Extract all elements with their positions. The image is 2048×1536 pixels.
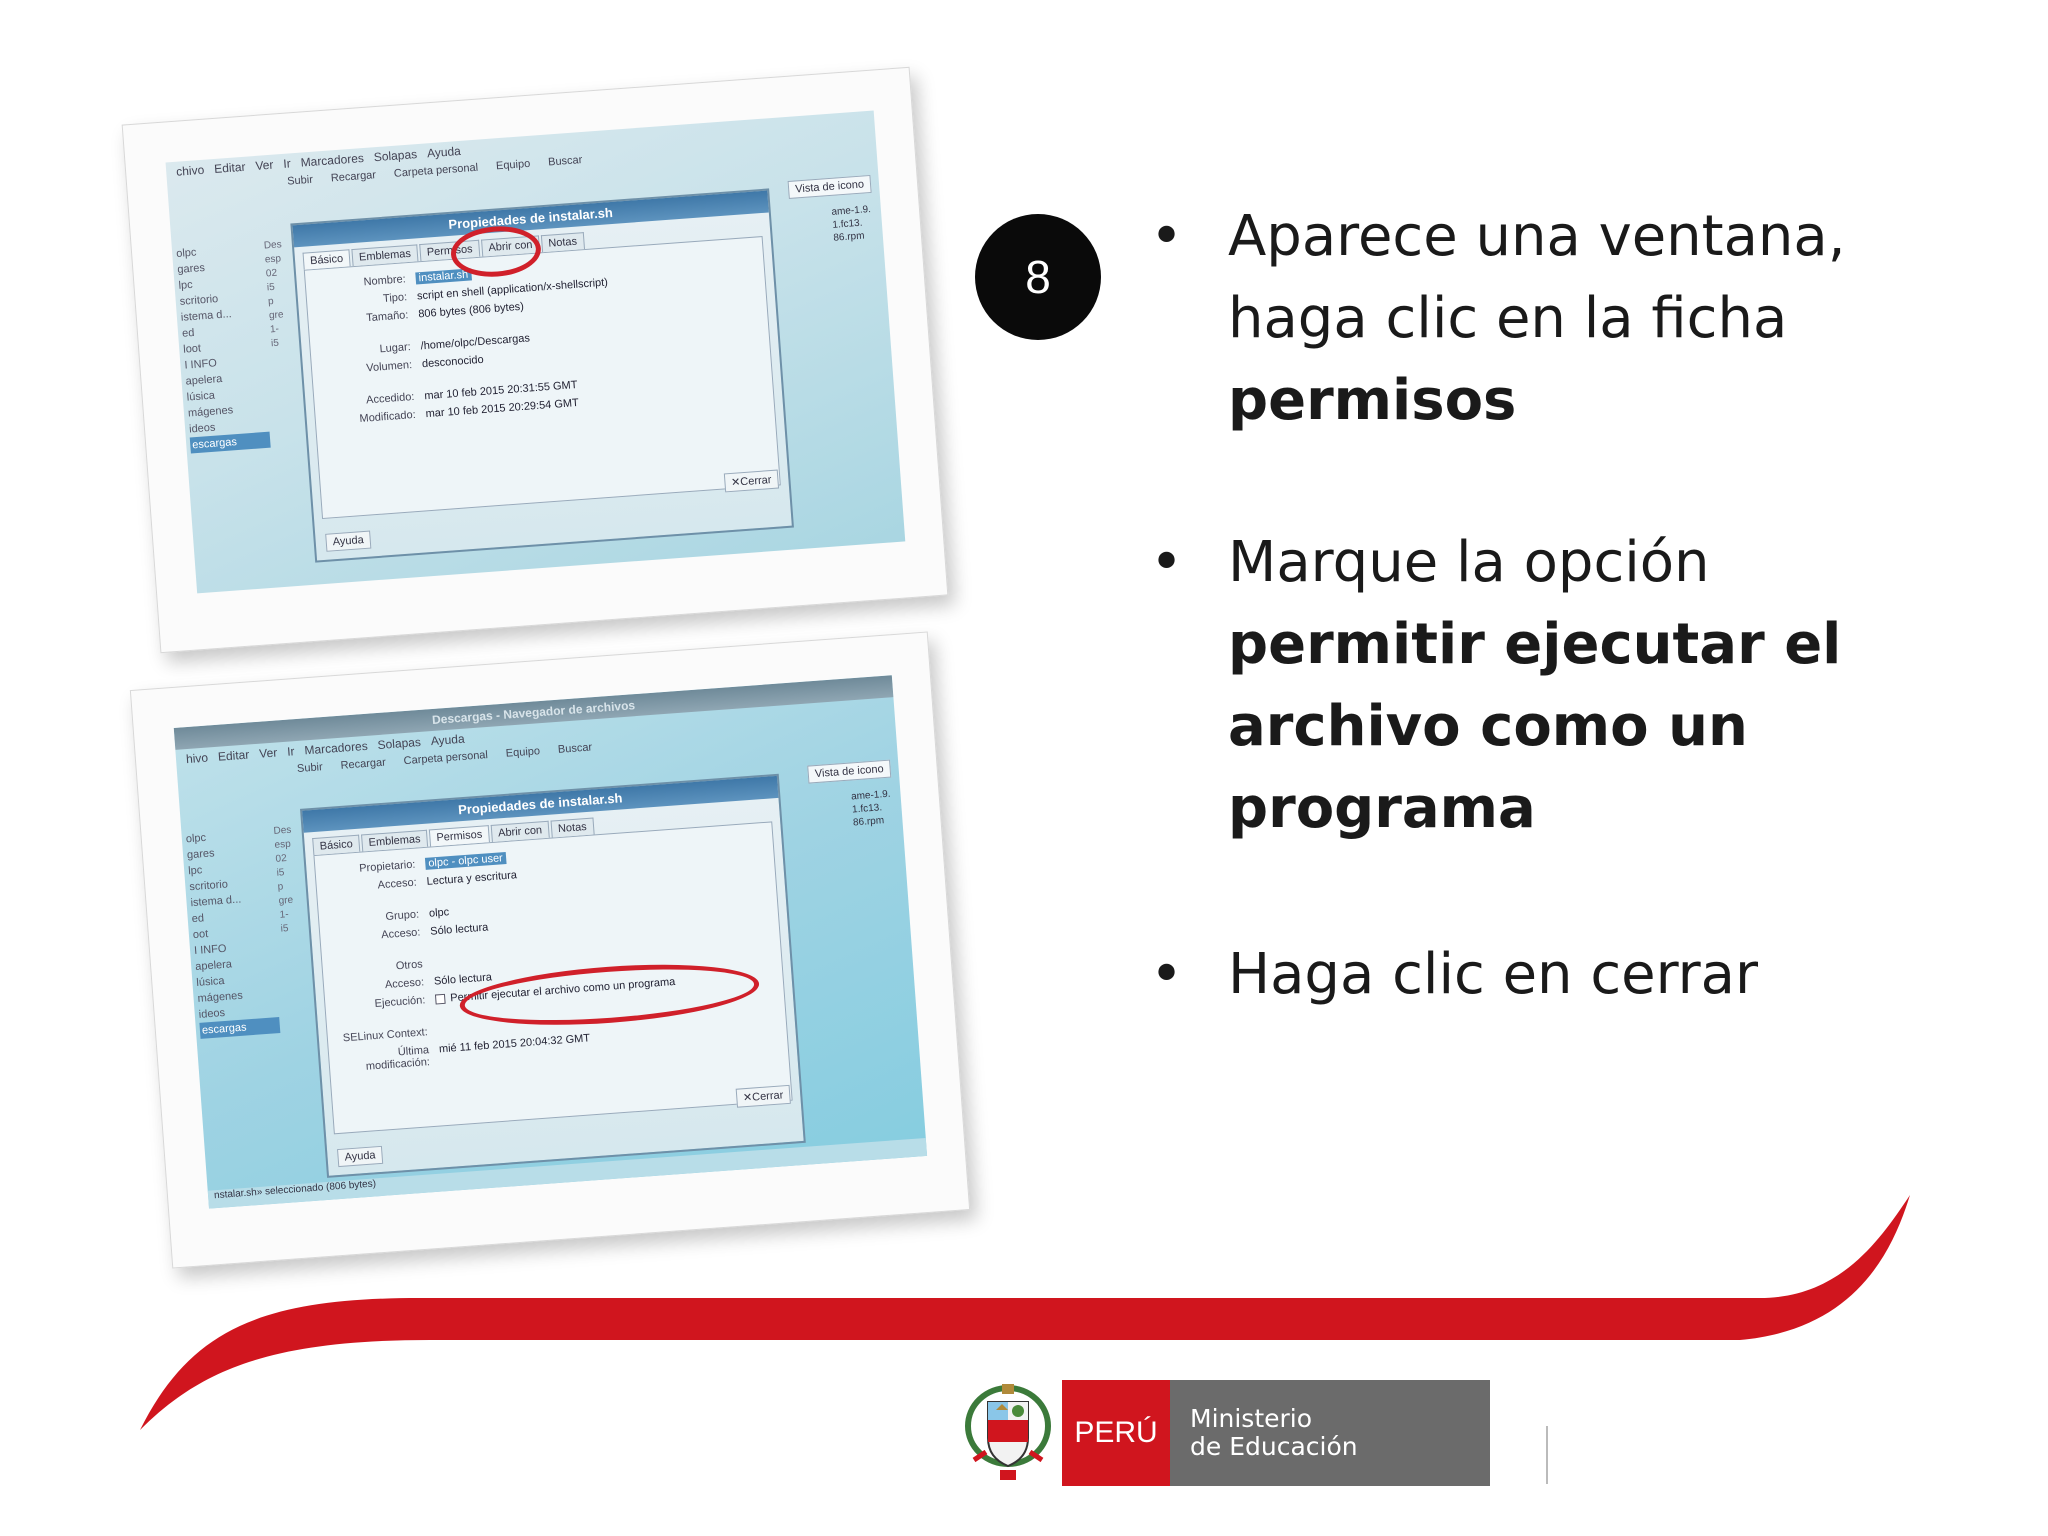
help-button[interactable]: Ayuda <box>325 530 372 552</box>
screenshot-photo-properties-permisos: Descargas - Navegador de archivos hivo E… <box>129 631 971 1269</box>
file-manager-screen: Descargas - Navegador de archivos hivo E… <box>173 675 928 1209</box>
close-button[interactable]: ✕Cerrar <box>735 1084 791 1108</box>
toolbar-buscar[interactable]: Buscar <box>548 154 583 168</box>
menu-editar[interactable]: Editar <box>214 160 246 176</box>
view-mode-select[interactable]: Vista de icono <box>787 174 872 199</box>
close-button[interactable]: ✕Cerrar <box>723 469 780 493</box>
tab-notas[interactable]: Notas <box>540 232 585 253</box>
minedu-logo: PERÚ Ministerio de Educación <box>960 1380 1490 1486</box>
others-access-select[interactable]: Sólo lectura <box>434 971 493 987</box>
menu-ver[interactable]: Ver <box>259 745 278 760</box>
file-text: i5 <box>270 337 280 350</box>
file-text: 86.rpm <box>852 815 885 829</box>
toolbar-subir[interactable]: Subir <box>287 174 313 188</box>
menu-archivo[interactable]: chivo <box>176 163 205 179</box>
toolbar-recargar[interactable]: Recargar <box>330 169 376 184</box>
group-select[interactable]: olpc <box>429 906 450 919</box>
places-sidebar: olpc gares lpc scritorio istema d... ed … <box>176 240 271 454</box>
menu-solapas[interactable]: Solapas <box>373 147 417 164</box>
toolbar-carpeta-personal[interactable]: Carpeta personal <box>403 749 488 767</box>
owner-access-select[interactable]: Lectura y escritura <box>426 869 517 888</box>
close-label: Cerrar <box>739 474 772 489</box>
field-label: Última modificación: <box>365 1044 431 1073</box>
menu-archivo[interactable]: hivo <box>186 751 209 767</box>
toolbar-recargar[interactable]: Recargar <box>340 757 386 772</box>
file-text: 86.rpm <box>833 230 865 244</box>
field-value: 806 bytes (806 bytes) <box>417 300 525 321</box>
bullet-dot: • <box>1150 530 1184 595</box>
instruction-text: haga clic en la ficha <box>1228 286 1788 351</box>
field-label: Ejecución: <box>374 994 426 1010</box>
properties-dialog: Propiedades de instalar.sh Básico Emblem… <box>290 188 794 563</box>
ministerio-line: Ministerio <box>1190 1404 1313 1433</box>
field-label: Propietario: <box>358 858 416 875</box>
tab-basico[interactable]: Básico <box>312 834 361 856</box>
ministerio-label: Ministerio de Educación <box>1170 1380 1490 1486</box>
menu-ir[interactable]: Ir <box>287 744 295 759</box>
field-label: Modificado: <box>359 408 417 425</box>
rpm-file-label[interactable]: ame-1.9. 1.fc13. 86.rpm <box>851 788 893 830</box>
group-access-select[interactable]: Sólo lectura <box>430 921 489 937</box>
menu-marcadores[interactable]: Marcadores <box>304 739 368 758</box>
toolbar-equipo[interactable]: Equipo <box>505 745 540 759</box>
view-mode-select[interactable]: Vista de icono <box>807 759 892 784</box>
menu-ir[interactable]: Ir <box>283 156 291 171</box>
toolbar-buscar[interactable]: Buscar <box>558 741 593 755</box>
tab-notas[interactable]: Notas <box>550 817 595 838</box>
footer-divider <box>1546 1426 1548 1484</box>
basico-tab-body: Nombre: instalar.sh Tipo: script en shell … <box>303 236 781 520</box>
coat-of-arms-icon <box>965 1384 1051 1480</box>
tab-basico[interactable]: Básico <box>302 249 351 270</box>
execute-checkbox[interactable] <box>434 993 446 1005</box>
toolbar-equipo[interactable]: Equipo <box>496 158 531 172</box>
menu-ver[interactable]: Ver <box>255 158 274 173</box>
close-label: Cerrar <box>751 1089 784 1104</box>
field-value: mié 11 feb 2015 20:04:32 GMT <box>438 1032 591 1056</box>
instruction-bold: programa <box>1228 776 1536 841</box>
instruction-bold: permitir ejecutar el <box>1228 612 1842 677</box>
field-label: Volumen: <box>365 359 413 375</box>
toolbar-carpeta-personal[interactable]: Carpeta personal <box>393 162 478 180</box>
ministerio-line: de Educación <box>1190 1432 1358 1461</box>
rpm-file-label[interactable]: ame-1.9. 1.fc13. 86.rpm <box>831 203 873 245</box>
file-manager-screen: chivo Editar Ver Ir Marcadores Solapas A… <box>165 110 906 594</box>
field-label: Tamaño: <box>365 309 409 325</box>
owner-select[interactable]: olpc - olpc user <box>424 852 507 870</box>
instruction-text: Haga clic en cerrar <box>1228 942 1758 1007</box>
menu-solapas[interactable]: Solapas <box>377 735 421 752</box>
instruction-text: Aparece una ventana, <box>1228 204 1846 269</box>
toolbar-subir[interactable]: Subir <box>297 761 323 775</box>
instruction-text: Marque la opción <box>1228 530 1710 595</box>
menu-editar[interactable]: Editar <box>217 748 249 764</box>
screenshot-photo-properties-basico: chivo Editar Ver Ir Marcadores Solapas A… <box>121 66 949 654</box>
places-sidebar: olpc gares lpc scritorio istema d... ed … <box>185 826 281 1039</box>
file-text: i5 <box>280 923 289 935</box>
field-value: desconocido <box>421 353 485 371</box>
menu-ayuda[interactable]: Ayuda <box>430 732 465 748</box>
field-label: Acceso: <box>377 876 418 892</box>
instruction-bold: permisos <box>1228 368 1517 433</box>
step-number-badge: 8 <box>975 214 1101 340</box>
bullet-dot: • <box>1150 942 1184 1007</box>
bullet-dot: • <box>1150 204 1184 269</box>
menu-marcadores[interactable]: Marcadores <box>300 151 364 170</box>
field-label: Tipo: <box>382 291 408 305</box>
field-label: Acceso: <box>384 976 425 992</box>
instruction-bold: archivo como un <box>1228 694 1748 759</box>
field-label: Acceso: <box>380 926 421 942</box>
menu-ayuda[interactable]: Ayuda <box>427 144 462 160</box>
help-button[interactable]: Ayuda <box>337 1145 384 1168</box>
field-label: Nombre: <box>363 273 407 289</box>
peru-label: PERÚ <box>1062 1380 1170 1486</box>
